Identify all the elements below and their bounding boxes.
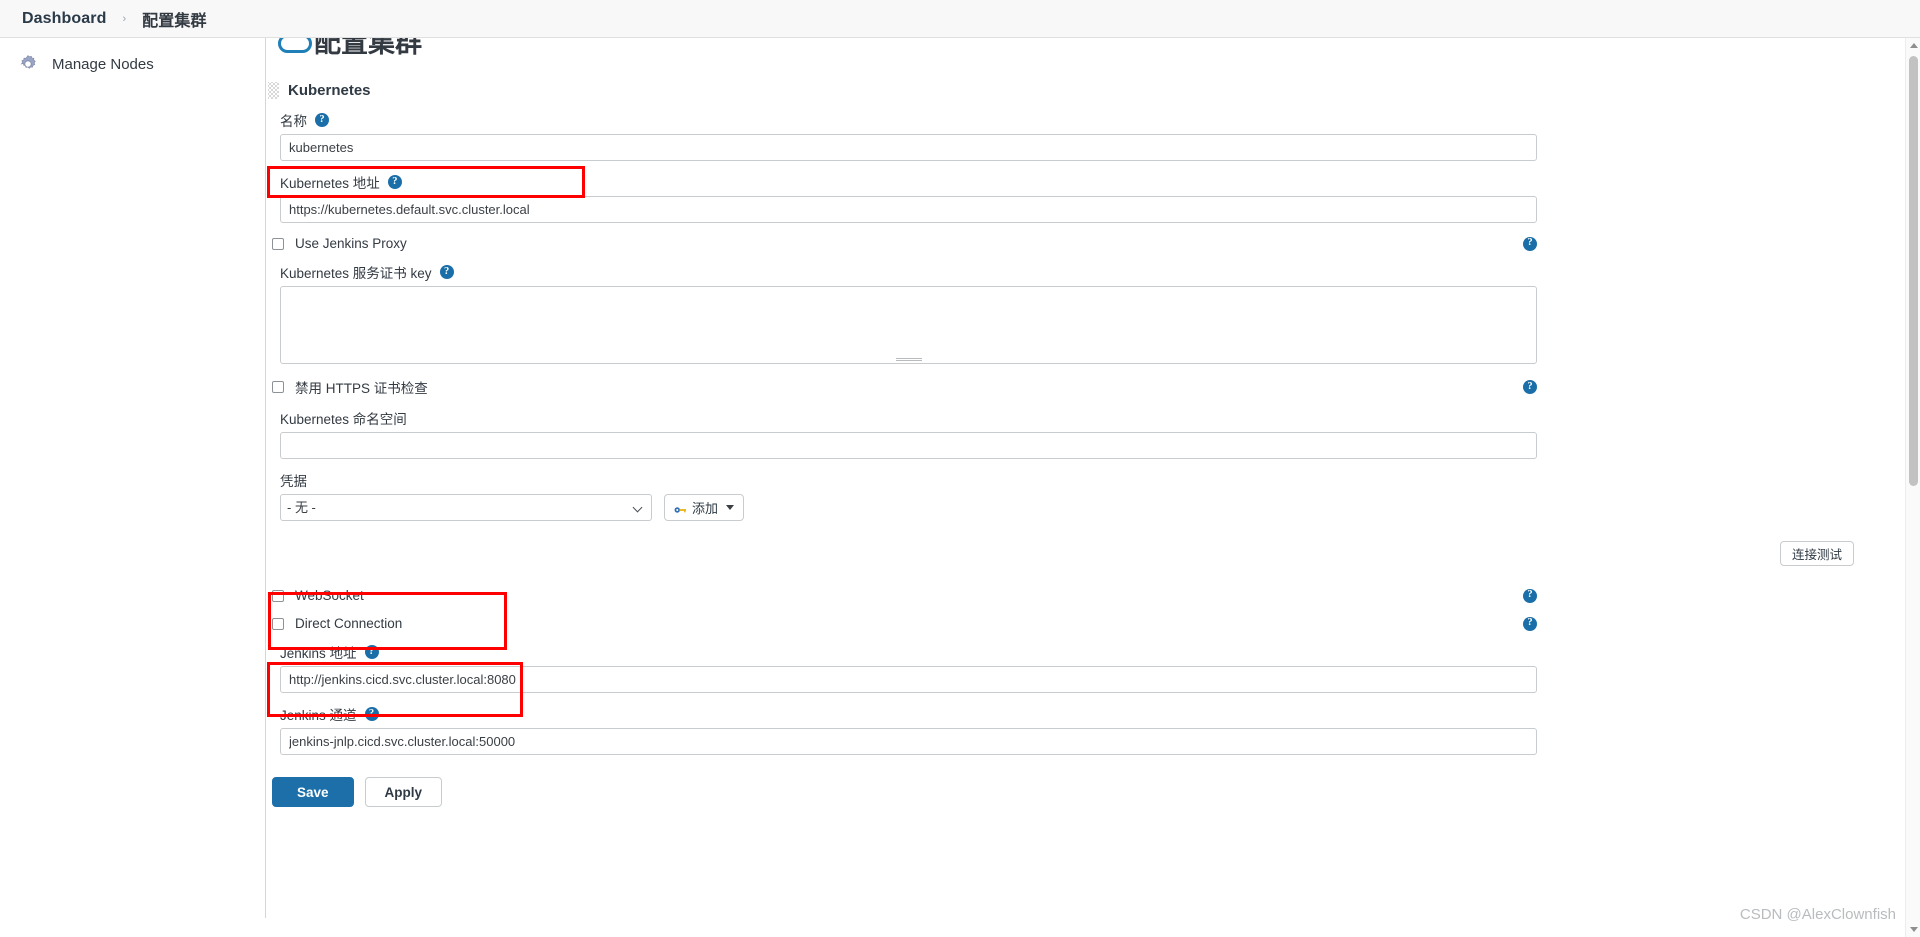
credentials-select[interactable]: - 无 - bbox=[280, 494, 652, 521]
use-jenkins-proxy-label[interactable]: Use Jenkins Proxy bbox=[295, 236, 407, 251]
label-k8s-url: Kubernetes 地址 ? bbox=[280, 172, 1886, 192]
add-credentials-label: 添加 bbox=[692, 501, 719, 516]
help-icon-k8s-url[interactable]: ? bbox=[387, 175, 402, 189]
credentials-select-wrapper: - 无 - bbox=[280, 494, 652, 521]
field-server-cert-key: Kubernetes 服务证书 key ? bbox=[280, 262, 1886, 364]
row-websocket: WebSocket ? bbox=[272, 588, 1537, 603]
help-icon-jenkins-tunnel[interactable]: ? bbox=[364, 707, 379, 721]
field-namespace: Kubernetes 命名空间 bbox=[280, 408, 1886, 459]
save-button[interactable]: Save bbox=[272, 777, 354, 807]
field-k8s-url: Kubernetes 地址 ? bbox=[280, 172, 1886, 223]
disable-https-check-label[interactable]: 禁用 HTTPS 证书检查 bbox=[295, 377, 428, 397]
disable-https-check-checkbox[interactable] bbox=[272, 381, 284, 393]
use-jenkins-proxy-checkbox[interactable] bbox=[272, 237, 284, 250]
page-title: 配置集群 bbox=[314, 38, 422, 58]
section-header-kubernetes: Kubernetes bbox=[268, 38, 1886, 99]
row-disable-https-check: 禁用 HTTPS 证书检查 ? bbox=[272, 377, 1537, 397]
sidebar-item-label: Manage Nodes bbox=[52, 55, 154, 73]
label-namespace: Kubernetes 命名空间 bbox=[280, 408, 1886, 428]
label-jenkins-tunnel: Jenkins 通道 ? bbox=[280, 704, 1886, 724]
field-jenkins-tunnel: Jenkins 通道 ? bbox=[280, 704, 1886, 755]
row-use-jenkins-proxy: Use Jenkins Proxy ? bbox=[272, 236, 1537, 251]
kubernetes-cloud-form: 配置集群 Kubernetes 名称 ? Kubernetes 地址 ? bbox=[266, 38, 1886, 807]
help-icon-jenkins-url[interactable]: ? bbox=[364, 645, 379, 659]
scroll-down-arrow-icon[interactable] bbox=[1910, 927, 1918, 932]
breadcrumb-item-dashboard[interactable]: Dashboard bbox=[22, 10, 106, 28]
label-namespace-text: Kubernetes 命名空间 bbox=[280, 412, 407, 427]
form-actions: Save Apply bbox=[272, 777, 1886, 807]
label-credentials-text: 凭据 bbox=[280, 474, 307, 489]
direct-connection-label[interactable]: Direct Connection bbox=[295, 616, 402, 631]
drag-handle-icon[interactable] bbox=[268, 82, 279, 99]
k8s-url-input[interactable] bbox=[280, 196, 1537, 223]
label-server-cert-key: Kubernetes 服务证书 key ? bbox=[280, 262, 1886, 282]
jenkins-tunnel-input[interactable] bbox=[280, 728, 1537, 755]
websocket-checkbox[interactable] bbox=[272, 589, 284, 602]
help-icon-disable-https-check[interactable]: ? bbox=[1523, 380, 1537, 394]
label-jenkins-tunnel-text: Jenkins 通道 bbox=[280, 708, 357, 723]
connection-test-button[interactable]: 连接测试 bbox=[1779, 541, 1854, 566]
connection-test-row: 连接测试 bbox=[266, 541, 1886, 575]
help-icon-server-cert-key[interactable]: ? bbox=[439, 265, 454, 279]
field-name: 名称 ? bbox=[280, 110, 1886, 161]
gear-icon bbox=[18, 54, 38, 74]
main-content: 配置集群 Kubernetes 名称 ? Kubernetes 地址 ? bbox=[250, 38, 1920, 937]
label-server-cert-key-text: Kubernetes 服务证书 key bbox=[280, 266, 432, 281]
jenkins-url-input[interactable] bbox=[280, 666, 1537, 693]
field-jenkins-url: Jenkins 地址 ? bbox=[280, 642, 1886, 693]
sidebar-item-manage-nodes[interactable]: Manage Nodes bbox=[0, 50, 250, 78]
apply-button[interactable]: Apply bbox=[364, 777, 443, 807]
label-name: 名称 ? bbox=[280, 110, 1886, 130]
label-credentials: 凭据 bbox=[280, 470, 1886, 490]
namespace-input[interactable] bbox=[280, 432, 1537, 459]
caret-down-icon bbox=[726, 505, 735, 510]
credentials-row: - 无 - 添加 bbox=[280, 494, 1886, 521]
help-icon-use-jenkins-proxy[interactable]: ? bbox=[1523, 236, 1537, 251]
sidebar: Manage Nodes bbox=[0, 38, 250, 937]
toggle-pill-icon bbox=[278, 38, 312, 53]
section-title: Kubernetes bbox=[288, 82, 371, 99]
server-cert-key-textarea[interactable] bbox=[280, 286, 1537, 364]
label-jenkins-url-text: Jenkins 地址 bbox=[280, 646, 357, 661]
label-name-text: 名称 bbox=[280, 114, 307, 129]
scroll-up-arrow-icon[interactable] bbox=[1910, 43, 1918, 48]
label-k8s-url-text: Kubernetes 地址 bbox=[280, 176, 380, 191]
server-cert-key-wrapper bbox=[280, 286, 1537, 364]
scrollbar-thumb[interactable] bbox=[1909, 56, 1918, 486]
add-credentials-button[interactable]: 添加 bbox=[664, 494, 745, 521]
name-input[interactable] bbox=[280, 134, 1537, 161]
help-icon-direct-connection[interactable]: ? bbox=[1523, 616, 1537, 631]
help-icon-name[interactable]: ? bbox=[315, 113, 329, 127]
direct-connection-checkbox[interactable] bbox=[272, 617, 284, 630]
key-icon bbox=[674, 503, 687, 513]
help-icon-websocket[interactable]: ? bbox=[1523, 588, 1537, 603]
page-title-clipped: 配置集群 bbox=[278, 38, 422, 60]
row-direct-connection: Direct Connection ? bbox=[272, 616, 1537, 631]
breadcrumb: Dashboard › 配置集群 bbox=[0, 0, 1920, 38]
label-jenkins-url: Jenkins 地址 ? bbox=[280, 642, 1886, 662]
breadcrumb-item-current[interactable]: 配置集群 bbox=[142, 7, 206, 31]
field-credentials: 凭据 - 无 - 添加 bbox=[280, 470, 1886, 521]
websocket-label[interactable]: WebSocket bbox=[295, 588, 364, 603]
vertical-scrollbar[interactable] bbox=[1905, 38, 1920, 937]
breadcrumb-separator-icon: › bbox=[122, 12, 127, 25]
watermark: CSDN @AlexClownfish bbox=[1739, 906, 1896, 923]
